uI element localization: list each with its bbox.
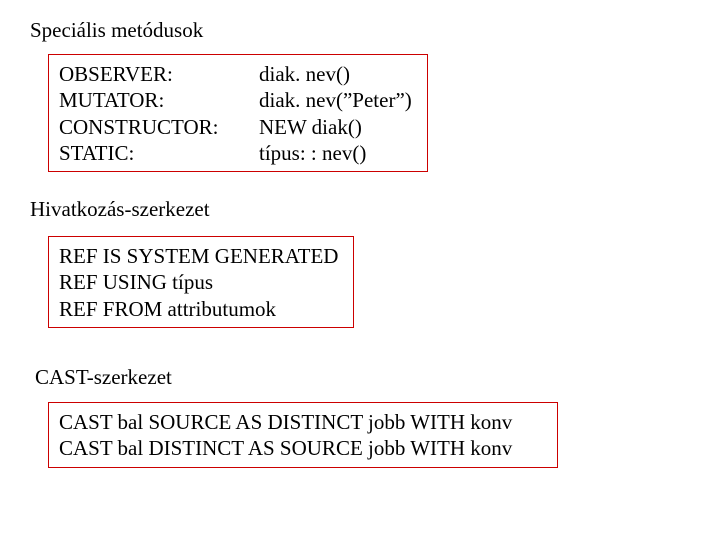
methods-example: diak. nev(): [259, 61, 412, 87]
page: Speciális metódusok OBSERVER: MUTATOR: C…: [0, 0, 720, 540]
methods-col-labels: OBSERVER: MUTATOR: CONSTRUCTOR: STATIC:: [59, 61, 259, 166]
reference-line: REF IS SYSTEM GENERATED: [59, 243, 343, 269]
methods-box-inner: OBSERVER: MUTATOR: CONSTRUCTOR: STATIC: …: [49, 55, 427, 172]
methods-label: MUTATOR:: [59, 87, 259, 113]
reference-line: REF USING típus: [59, 269, 343, 295]
methods-label: STATIC:: [59, 140, 259, 166]
heading-cast-structure: CAST-szerkezet: [35, 365, 172, 390]
methods-label: CONSTRUCTOR:: [59, 114, 259, 140]
cast-box: CAST bal SOURCE AS DISTINCT jobb WITH ko…: [48, 402, 558, 468]
methods-example: NEW diak(): [259, 114, 412, 140]
methods-col-examples: diak. nev() diak. nev(”Peter”) NEW diak(…: [259, 61, 412, 166]
reference-line: REF FROM attributumok: [59, 296, 343, 322]
methods-example: típus: : nev(): [259, 140, 412, 166]
methods-box: OBSERVER: MUTATOR: CONSTRUCTOR: STATIC: …: [48, 54, 428, 172]
cast-box-inner: CAST bal SOURCE AS DISTINCT jobb WITH ko…: [49, 403, 557, 468]
methods-columns: OBSERVER: MUTATOR: CONSTRUCTOR: STATIC: …: [59, 61, 417, 166]
heading-reference-structure: Hivatkozás-szerkezet: [30, 197, 210, 222]
methods-label: OBSERVER:: [59, 61, 259, 87]
heading-special-methods: Speciális metódusok: [30, 18, 203, 43]
cast-line: CAST bal DISTINCT AS SOURCE jobb WITH ko…: [59, 435, 547, 461]
methods-example: diak. nev(”Peter”): [259, 87, 412, 113]
reference-box: REF IS SYSTEM GENERATED REF USING típus …: [48, 236, 354, 328]
cast-line: CAST bal SOURCE AS DISTINCT jobb WITH ko…: [59, 409, 547, 435]
reference-box-inner: REF IS SYSTEM GENERATED REF USING típus …: [49, 237, 353, 328]
